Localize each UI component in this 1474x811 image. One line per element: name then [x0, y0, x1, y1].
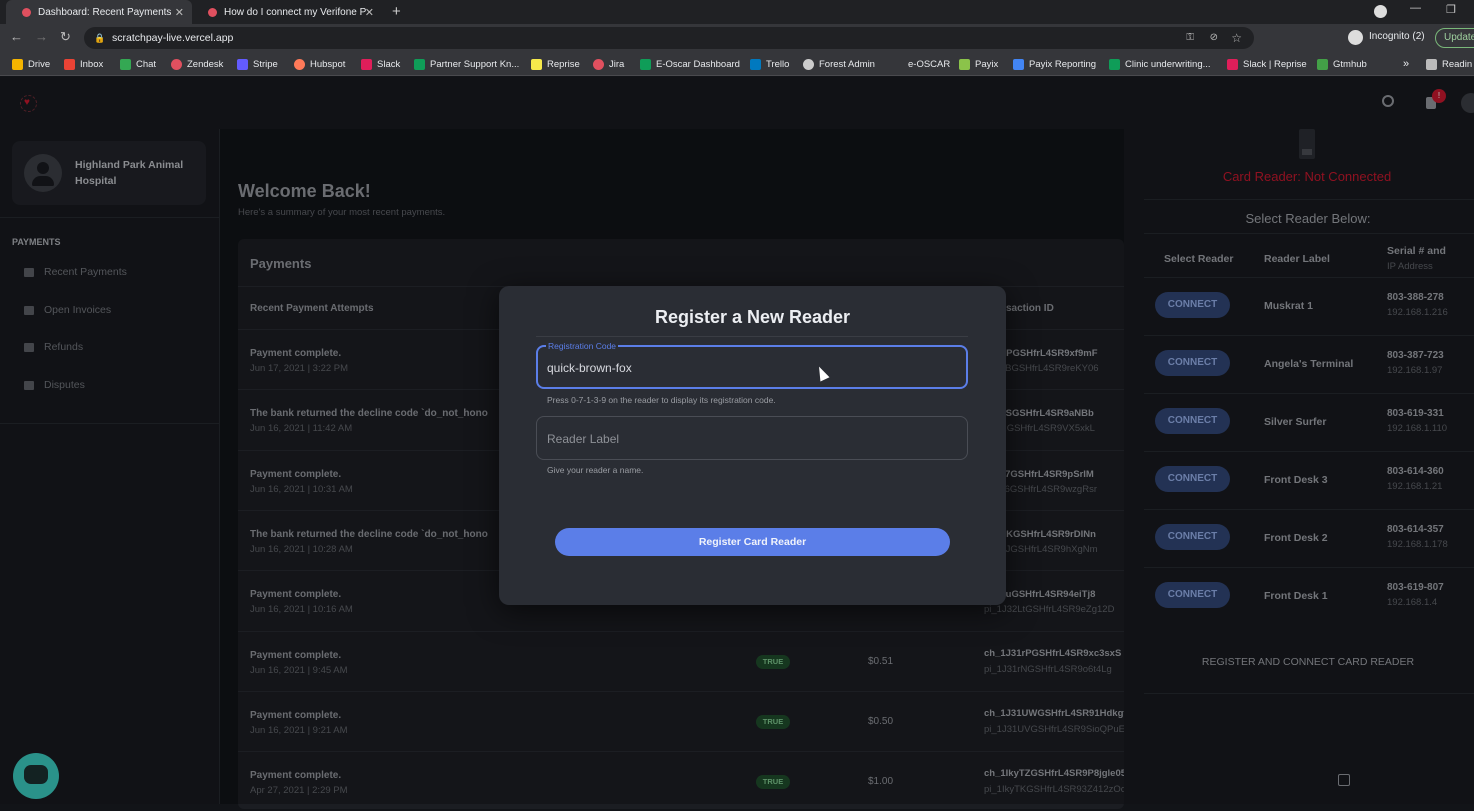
payix-icon [959, 58, 970, 70]
reader-label-help: Give your reader a name. [547, 465, 644, 475]
reading-list-icon [1426, 58, 1437, 70]
register-card-reader-button[interactable]: Register Card Reader [555, 528, 950, 556]
url-field[interactable]: 🔒 scratchpay-live.vercel.app ⚿ ⊘ ☆ [84, 27, 1254, 49]
jira-icon [593, 58, 604, 70]
globe-icon [803, 58, 814, 70]
bookmark-jira[interactable]: Jira [593, 52, 624, 76]
divider [536, 336, 968, 337]
bookmark-zendesk[interactable]: Zendesk [171, 52, 223, 76]
hubspot-icon [294, 58, 305, 70]
favicon-icon [208, 7, 217, 17]
bookmark-payix-reporting[interactable]: Payix Reporting [1013, 52, 1096, 76]
bookmark-reprise[interactable]: Reprise [531, 52, 580, 76]
update-button[interactable]: Update [1435, 28, 1474, 48]
drive-icon [12, 58, 23, 70]
bookmark-slack-reprise[interactable]: Slack | Reprise [1227, 52, 1307, 76]
registration-code-help: Press 0-7-1-3-9 on the reader to display… [547, 395, 776, 405]
reading-list[interactable]: Readin [1426, 52, 1472, 76]
minimize-icon[interactable]: — [1410, 2, 1421, 14]
reader-label-field[interactable]: Reader Label [536, 416, 968, 460]
bookmark-drive[interactable]: Drive [12, 52, 50, 76]
chat-icon [120, 58, 131, 70]
slack-icon [1227, 58, 1238, 70]
registration-code-value: quick-brown-fox [547, 361, 632, 375]
bookmark-chat[interactable]: Chat [120, 52, 156, 76]
close-tab-icon[interactable]: ✕ [175, 6, 184, 19]
browser-tab-verifone[interactable]: How do I connect my Verifone P ✕ [192, 0, 382, 24]
sheets-icon [414, 58, 425, 70]
bookmarks-bar: Drive Inbox Chat Zendesk Stripe Hubspot … [0, 52, 1474, 76]
modal-title: Register a New Reader [654, 307, 851, 327]
sheets-icon [1109, 58, 1120, 70]
incognito-icon [1348, 30, 1363, 45]
zendesk-icon [171, 58, 182, 70]
url-text: scratchpay-live.vercel.app [112, 32, 234, 44]
trello-icon [750, 58, 761, 70]
eye-off-icon[interactable]: ⊘ [1210, 27, 1218, 49]
bookmark-hubspot[interactable]: Hubspot [294, 52, 345, 76]
bookmark-e-oscar-dashboard[interactable]: E-Oscar Dashboard [640, 52, 740, 76]
bookmark-clinic-underwriting[interactable]: Clinic underwriting... [1109, 52, 1211, 76]
key-icon[interactable]: ⚿ [1186, 27, 1194, 49]
slack-icon [361, 58, 372, 70]
tab-search-icon[interactable] [1374, 5, 1387, 18]
gmail-icon [64, 58, 75, 70]
bookmark-gtmhub[interactable]: Gtmhub [1317, 52, 1367, 76]
address-bar-row: ← → ↻ 🔒 scratchpay-live.vercel.app ⚿ ⊘ ☆… [0, 24, 1474, 52]
profile-label[interactable]: Incognito (2) [1369, 31, 1425, 42]
bookmark-stripe[interactable]: Stripe [237, 52, 278, 76]
tab-title: Dashboard: Recent Payments [38, 6, 172, 18]
more-bookmarks-icon[interactable]: » [1403, 52, 1409, 76]
lock-icon: 🔒 [94, 33, 106, 43]
browser-tab-bar: Dashboard: Recent Payments ✕ How do I co… [0, 0, 1474, 24]
bookmark-payix[interactable]: Payix [959, 52, 998, 76]
new-tab-icon[interactable]: + [392, 3, 401, 20]
registration-code-field[interactable]: Registration Code quick-brown-fox [536, 341, 968, 389]
forward-icon[interactable]: → [35, 29, 48, 44]
restore-icon[interactable]: ❐ [1446, 3, 1456, 16]
bookmark-inbox[interactable]: Inbox [64, 52, 103, 76]
sheets-icon [640, 58, 651, 70]
star-icon[interactable]: ☆ [1231, 27, 1242, 49]
registration-code-label: Registration Code [546, 341, 619, 351]
register-reader-modal: Register a New Reader Registration Code … [499, 286, 1006, 605]
close-tab-icon[interactable]: ✕ [365, 6, 374, 19]
tab-title: How do I connect my Verifone P [224, 6, 367, 18]
back-icon[interactable]: ← [10, 29, 23, 44]
bookmark-trello[interactable]: Trello [750, 52, 789, 76]
bookmark-e-oscar[interactable]: e-OSCAR [908, 52, 950, 76]
bookmark-slack[interactable]: Slack [361, 52, 400, 76]
reader-label-placeholder: Reader Label [547, 432, 620, 446]
reload-icon[interactable]: ↻ [60, 29, 71, 45]
docs-icon [1013, 58, 1024, 70]
stripe-icon [237, 58, 248, 70]
bookmark-forest-admin[interactable]: Forest Admin [803, 52, 875, 76]
reprise-icon [531, 58, 542, 70]
gtmhub-icon [1317, 58, 1328, 70]
browser-tab-dashboard[interactable]: Dashboard: Recent Payments ✕ [6, 0, 192, 24]
bookmark-partner-support[interactable]: Partner Support Kn... [414, 52, 519, 76]
favicon-icon [22, 7, 31, 17]
